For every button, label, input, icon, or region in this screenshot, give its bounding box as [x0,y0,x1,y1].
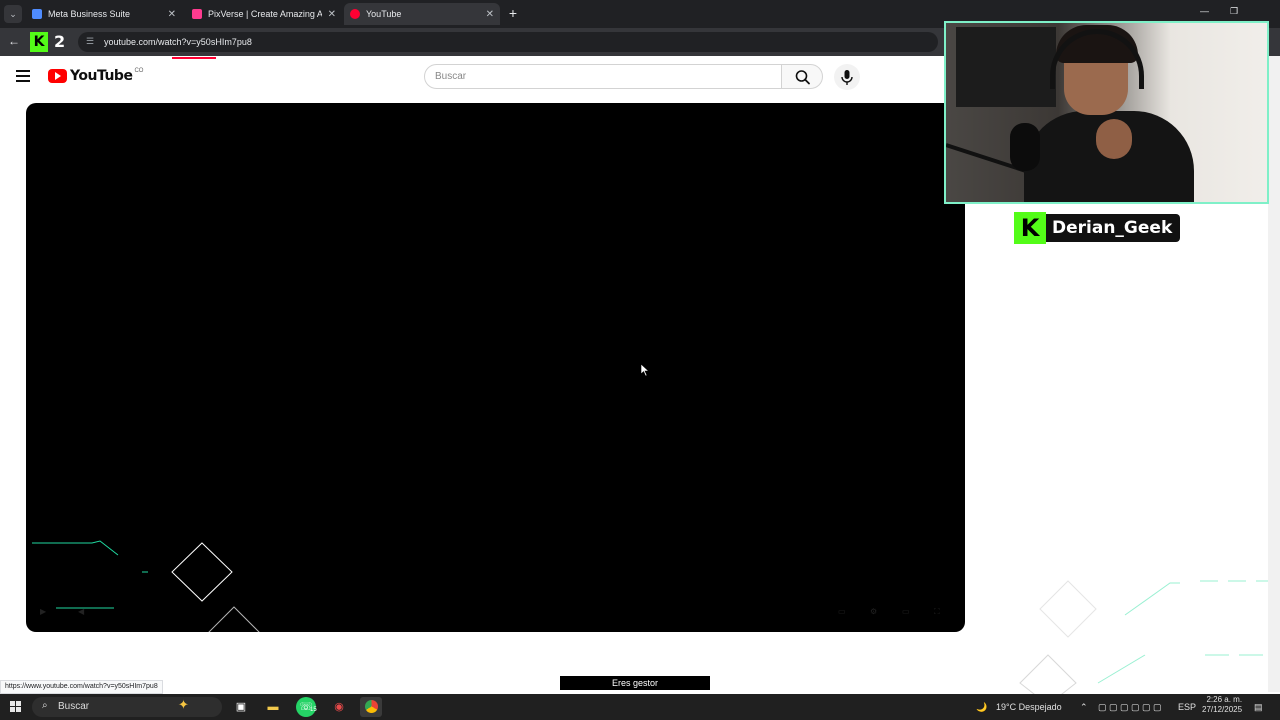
kick-logo-icon: K [1014,212,1046,244]
close-tab-icon[interactable]: ✕ [486,9,494,20]
play-icon[interactable]: ▶ [40,607,46,616]
theater-mode-icon[interactable]: ▭ [902,607,910,616]
streamer-name: Derian_Geek [1046,214,1181,242]
address-bar[interactable]: youtube.com/watch?v=y50sHIm7pu8 [78,32,938,52]
new-tab-plus-icon[interactable]: + [504,4,522,22]
stream-caption: Eres gestor [560,676,710,690]
minimize-icon[interactable]: — [1200,6,1209,16]
mouse-cursor-icon [640,363,650,377]
search-button[interactable] [781,64,823,89]
stream-overlay-graphics [32,540,260,632]
tab-meta-business-suite[interactable]: Meta Business Suite ✕ [26,3,182,25]
taskbar-search[interactable]: Buscar [32,697,222,717]
streamer-name-tag: K Derian_Geek [1014,212,1181,244]
tab-title: YouTube [366,9,402,19]
search-icon: ⌕ [42,700,48,711]
close-tab-icon[interactable]: ✕ [328,9,336,20]
clock[interactable]: 2:26 a. m. 27/12/2025 [1202,695,1242,715]
notifications-icon[interactable]: ▤ [1254,699,1263,715]
link-status-bar: https://www.youtube.com/watch?v=y50sHIm7… [0,680,163,694]
meta-favicon-icon [32,9,42,19]
tab-youtube[interactable]: YouTube ✕ [344,3,500,25]
chrome-icon[interactable] [360,697,382,717]
task-view-icon[interactable]: ▣ [230,697,252,717]
search-input[interactable]: Buscar [424,64,782,89]
site-settings-icon[interactable]: ☰ [86,36,94,47]
settings-gear-icon[interactable]: ⚙ [870,607,877,616]
clock-time: 2:26 a. m. [1206,695,1243,704]
whatsapp-badge: 15 [310,707,317,713]
clock-date: 27/12/2025 [1202,705,1243,714]
windows-taskbar: Buscar ⌕ ✦ ▣ ▬ ☏ 15 ◉ 🌙 19°C Despejado ⌃… [0,694,1280,720]
weather-moon-icon[interactable]: 🌙 [976,699,987,715]
youtube-favicon-icon [350,9,360,19]
search-icon [795,70,810,85]
video-player[interactable]: ▶ ◀ ▭ ⚙ ▭ ⛶ [26,103,965,632]
language-indicator[interactable]: ESP [1178,699,1196,715]
tab-title: Meta Business Suite [48,9,131,19]
windows-start-icon[interactable] [10,701,22,713]
copilot-sparkle-icon[interactable]: ✦ [178,697,189,713]
close-tab-icon[interactable]: ✕ [168,9,176,20]
kick-extension-icon[interactable]: K [30,32,48,52]
tab-pixverse[interactable]: PixVerse | Create Amazing AI V ✕ [186,3,342,25]
back-arrow-icon[interactable]: ← [8,34,20,48]
fullscreen-icon[interactable]: ⛶ [934,607,940,617]
youtube-logo[interactable]: YouTube CO [48,68,143,84]
tray-overflow-chevron-icon[interactable]: ⌃ [1080,699,1088,715]
search-label: Buscar [58,701,90,712]
file-explorer-icon[interactable]: ▬ [262,697,284,717]
hamburger-menu-icon[interactable] [16,70,30,82]
page-load-progress [172,57,216,59]
microphone-icon [841,70,853,85]
obs-icon[interactable]: ◉ [328,697,350,717]
weather-text[interactable]: 19°C Despejado [996,699,1062,715]
tab-title: PixVerse | Create Amazing AI V [208,9,322,19]
webcam-overlay [944,21,1269,204]
subtitles-icon[interactable]: ▭ [838,607,846,616]
voice-search-button[interactable] [834,64,860,90]
country-code: CO [134,68,144,74]
tray-icons[interactable]: ▢ ▢ ▢ ▢ ▢ ▢ [1098,699,1162,715]
tab-search-chevron-icon[interactable]: ⌄ [4,5,22,23]
extension-badge[interactable]: 2 [54,32,65,52]
stream-overlay-decoration [1019,580,1280,695]
pixverse-favicon-icon [192,9,202,19]
volume-icon[interactable]: ◀ [78,607,84,616]
restore-icon[interactable]: ❐ [1230,6,1238,17]
youtube-play-logo-icon [48,69,67,83]
youtube-logo-text: YouTube [70,68,133,84]
page-scrollbar[interactable] [1268,56,1280,692]
